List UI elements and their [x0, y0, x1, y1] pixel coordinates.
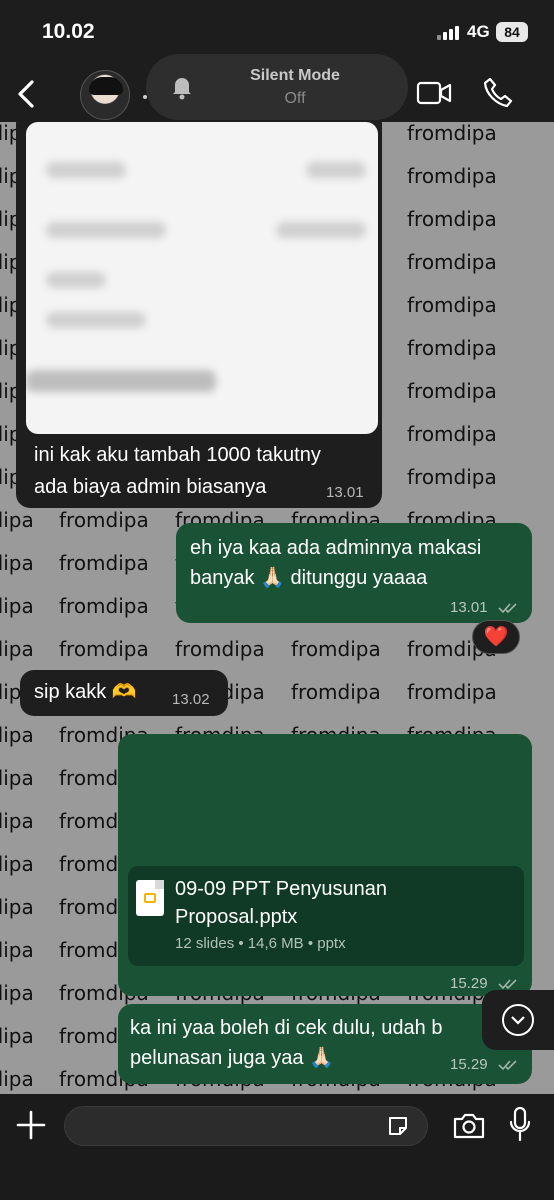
watermark-text: fromdipa: [291, 637, 381, 661]
battery-level: 84: [496, 22, 528, 42]
message-time: 13.02: [172, 691, 210, 708]
watermark-text: fromdipa: [0, 637, 34, 661]
watermark-text: fromdipa: [407, 422, 497, 446]
message-text: pelunasan juga yaa 🙏🏻: [130, 1047, 334, 1069]
plus-icon[interactable]: [14, 1108, 48, 1142]
watermark-text: fromdipa: [0, 981, 34, 1005]
message-text: banyak 🙏🏻 ditunggu yaaaa: [190, 567, 428, 589]
signal-icon: [437, 26, 463, 40]
watermark-text: fromdipa: [407, 465, 497, 489]
watermark-text: fromdipa: [0, 938, 34, 962]
message-text: eh iya kaa ada adminnya makasi: [190, 537, 482, 559]
double-check-icon: [498, 603, 517, 614]
watermark-text: fromdipa: [0, 1067, 34, 1091]
camera-icon[interactable]: [452, 1112, 486, 1140]
watermark-text: fromdipa: [291, 680, 381, 704]
double-check-icon: [498, 1060, 517, 1071]
watermark-text: fromdipa: [0, 1024, 34, 1048]
message-input[interactable]: [64, 1106, 428, 1146]
status-time: 10.02: [42, 20, 95, 43]
watermark-text: fromdipa: [59, 637, 149, 661]
phone-call-icon[interactable]: [482, 76, 514, 108]
chat-header: 10.02 4G 84 Silent Mode Off: [0, 0, 554, 122]
watermark-text: fromdipa: [0, 766, 34, 790]
message-time: 13.01: [326, 484, 364, 501]
watermark-text: fromdipa: [407, 680, 497, 704]
sticker-icon[interactable]: [386, 1114, 410, 1138]
watermark-text: fromdipa: [407, 164, 497, 188]
message-time: 13.01: [450, 599, 488, 616]
double-check-icon: [498, 979, 517, 990]
back-icon[interactable]: [12, 74, 42, 114]
heart-reaction[interactable]: ❤️: [472, 620, 520, 654]
watermark-text: fromdipa: [407, 379, 497, 403]
file-pptx-icon: [136, 880, 164, 916]
message-text: ada biaya admin biasanya: [34, 476, 267, 498]
message-time: 15.29: [450, 975, 488, 992]
watermark-text: fromdipa: [407, 121, 497, 145]
silent-mode-state: Off: [284, 90, 306, 107]
file-meta: 12 slides • 14,6 MB • pptx: [175, 935, 346, 952]
silent-mode-title: Silent Mode: [250, 67, 340, 84]
message-time: 15.29: [450, 1056, 488, 1073]
chevron-down-icon: [502, 1004, 534, 1036]
watermark-text: fromdipa: [0, 852, 34, 876]
video-call-icon[interactable]: [416, 80, 452, 106]
avatar[interactable]: [80, 70, 130, 120]
watermark-text: fromdipa: [407, 207, 497, 231]
watermark-text: fromdipa: [0, 551, 34, 575]
watermark-text: fromdipa: [0, 508, 34, 532]
watermark-text: fromdipa: [407, 336, 497, 360]
watermark-text: fromdipa: [59, 594, 149, 618]
watermark-text: fromdipa: [0, 809, 34, 833]
watermark-text: fromdipa: [0, 594, 34, 618]
watermark-text: fromdipa: [407, 293, 497, 317]
watermark-text: fromdipa: [0, 895, 34, 919]
message-text: ini kak aku tambah 1000 takutny: [34, 444, 321, 466]
watermark-text: fromdipa: [175, 637, 265, 661]
scroll-to-bottom-button[interactable]: [482, 990, 554, 1050]
message-text: sip kakk 🫶: [34, 681, 137, 703]
watermark-text: fromdipa: [0, 723, 34, 747]
watermark-text: fromdipa: [59, 508, 149, 532]
composer-bar: [0, 1094, 554, 1200]
watermark-text: fromdipa: [59, 551, 149, 575]
file-name: 09-09 PPT Penyusunan Proposal.pptx: [175, 878, 388, 928]
silent-mode-banner: Silent Mode Off: [146, 54, 408, 120]
message-text: ka ini yaa boleh di cek dulu, udah b: [130, 1017, 443, 1039]
blurred-image[interactable]: [26, 122, 378, 434]
watermark-text: fromdipa: [407, 250, 497, 274]
network-type: 4G: [467, 22, 490, 41]
mic-icon[interactable]: [508, 1106, 532, 1144]
